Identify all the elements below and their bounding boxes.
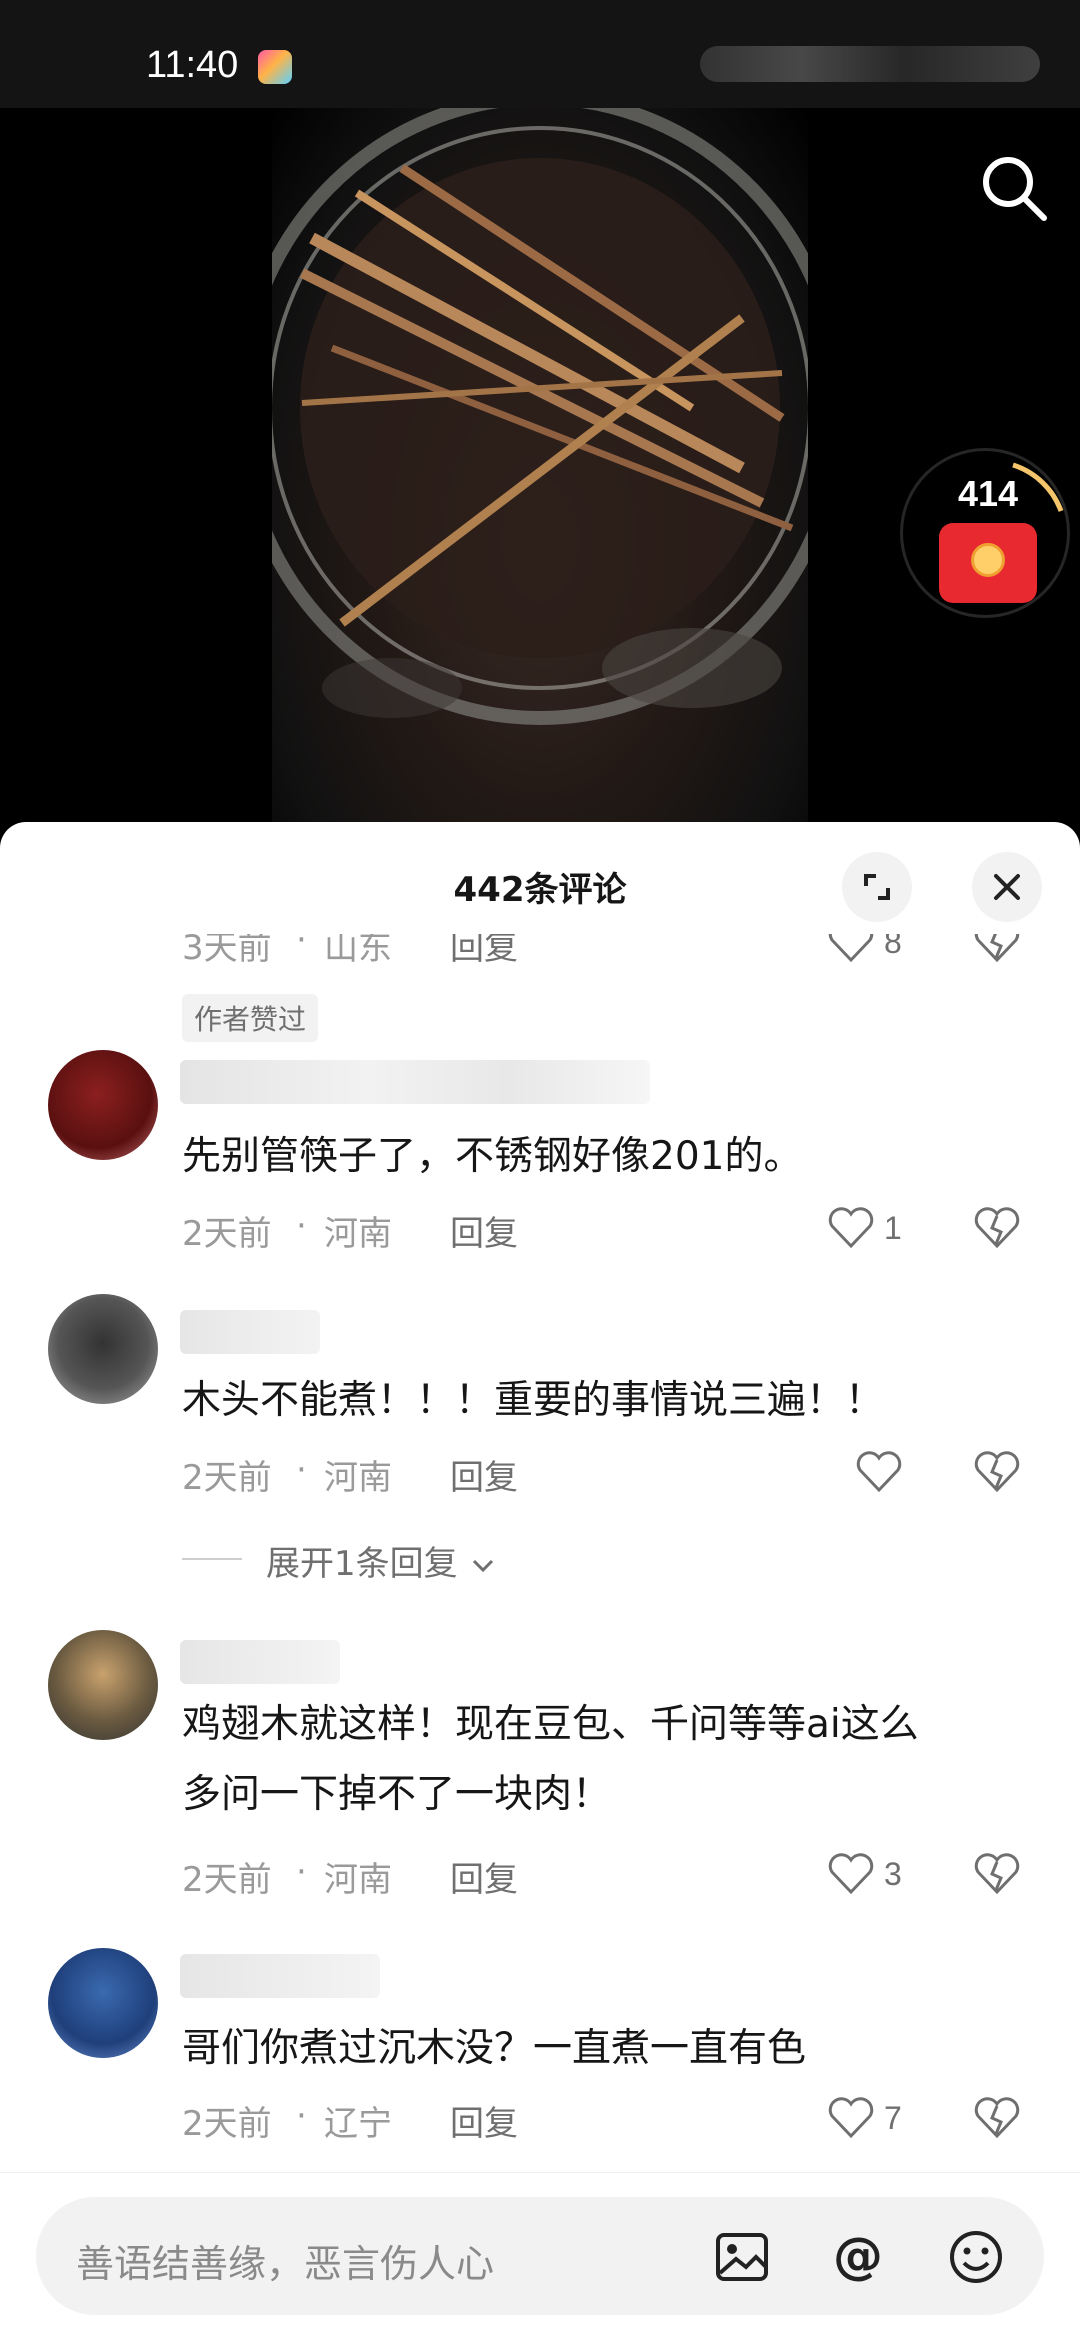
comment-time: 2天前 <box>182 2104 272 2144</box>
expand-replies-button[interactable]: 展开1条回复 <box>266 1536 498 1585</box>
like-count: 8 <box>884 934 902 960</box>
comment-time: 2天前 <box>182 1860 272 1900</box>
heart-icon[interactable] <box>826 2092 876 2142</box>
heart-icon[interactable] <box>826 1848 876 1898</box>
expand-divider <box>182 1558 242 1560</box>
comment-location: 河南 <box>324 1458 392 1498</box>
video-frame[interactable] <box>272 108 808 828</box>
comment-input-bar: 善语结善缘，恶言伤人心 @ <box>0 2172 1080 2340</box>
meta-separator: · <box>296 2096 307 2136</box>
like-count: 3 <box>884 1856 902 1892</box>
status-bar: 11:40 <box>0 0 1080 108</box>
comment-time: 2天前 <box>182 1214 272 1254</box>
username-blurred[interactable] <box>180 1640 340 1684</box>
avatar[interactable] <box>48 1050 158 1160</box>
comment-location: 辽宁 <box>324 2104 392 2144</box>
image-icon[interactable] <box>712 2227 772 2287</box>
reply-button[interactable]: 回复 <box>450 1852 518 1901</box>
status-time: 11:40 <box>146 44 239 86</box>
dislike-icon[interactable] <box>972 1848 1022 1898</box>
search-icon <box>983 157 1047 221</box>
red-packet-count: 414 <box>957 473 1019 514</box>
comment-text: 哥们你煮过沉木没？一直煮一直有色 <box>182 2026 807 2071</box>
author-liked-badge: 作者赞过 <box>182 994 319 1042</box>
comment-location: 山东 <box>324 934 392 968</box>
emoji-icon[interactable] <box>946 2227 1006 2287</box>
comment-location: 河南 <box>324 1860 392 1900</box>
close-button[interactable] <box>972 852 1042 922</box>
app-notification-icon <box>258 50 292 84</box>
meta-separator: · <box>296 1450 307 1490</box>
comment-input-placeholder: 善语结善缘，恶言伤人心 <box>76 2242 495 2286</box>
username-blurred[interactable] <box>180 1310 320 1354</box>
heart-icon[interactable] <box>826 934 876 966</box>
video-player[interactable]: 414 <box>0 108 1080 828</box>
comment-text-line2: 多问一下掉不了一块肉！ <box>182 1772 612 1817</box>
reply-button[interactable]: 回复 <box>450 1206 518 1255</box>
avatar[interactable] <box>48 1948 158 2058</box>
username-blurred[interactable] <box>180 1060 650 1104</box>
expand-replies-label: 展开1条回复 <box>266 1544 458 1584</box>
comments-title: 442条评论 <box>453 870 627 910</box>
dislike-icon[interactable] <box>972 1202 1022 1252</box>
avatar[interactable] <box>48 1630 158 1740</box>
status-icons-blurred <box>700 46 1040 82</box>
red-packet-icon <box>939 523 1037 603</box>
comment-text-line1: 鸡翅木就这样！现在豆包、千问等等ai这么 <box>182 1702 919 1747</box>
heart-icon[interactable] <box>826 1202 876 1252</box>
meta-separator: · <box>296 934 307 960</box>
dislike-icon[interactable] <box>972 1446 1022 1496</box>
expand-button[interactable] <box>842 852 912 922</box>
comments-panel: 442条评论 3天前 · 山东 回复 8 作者赞过 先别管筷子了，不锈钢好像20… <box>0 822 1080 2340</box>
username-blurred[interactable] <box>180 1954 380 1998</box>
reply-button[interactable]: 回复 <box>450 1450 518 1499</box>
comment-text: 木头不能煮！！！重要的事情说三遍！！ <box>182 1378 885 1423</box>
reply-button[interactable]: 回复 <box>450 934 518 969</box>
expand-icon <box>864 874 890 900</box>
avatar[interactable] <box>48 1294 158 1404</box>
close-icon <box>994 874 1020 900</box>
like-count: 7 <box>884 2100 902 2136</box>
partial-comment: 3天前 · 山东 回复 8 <box>0 934 1080 974</box>
dislike-icon[interactable] <box>972 2092 1022 2142</box>
red-packet-widget[interactable]: 414 <box>900 448 1070 618</box>
comment-input[interactable]: 善语结善缘，恶言伤人心 @ <box>36 2197 1044 2315</box>
chevron-down-icon <box>473 1559 494 1572</box>
at-icon[interactable]: @ <box>828 2227 888 2287</box>
red-packet-coin <box>971 543 1005 577</box>
reply-button[interactable]: 回复 <box>450 2096 518 2145</box>
heart-icon[interactable] <box>854 1446 904 1496</box>
meta-separator: · <box>296 1852 307 1892</box>
comment-text: 先别管筷子了，不锈钢好像201的。 <box>182 1134 803 1179</box>
comment-time: 3天前 <box>182 934 272 968</box>
video-pot-with-chopsticks-image <box>272 108 808 725</box>
dislike-icon[interactable] <box>972 934 1022 966</box>
search-button[interactable] <box>976 150 1052 226</box>
meta-separator: · <box>296 1206 307 1246</box>
comment-location: 河南 <box>324 1214 392 1254</box>
comment-time: 2天前 <box>182 1458 272 1498</box>
like-count: 1 <box>884 1210 902 1246</box>
svg-text:@: @ <box>833 2227 883 2285</box>
